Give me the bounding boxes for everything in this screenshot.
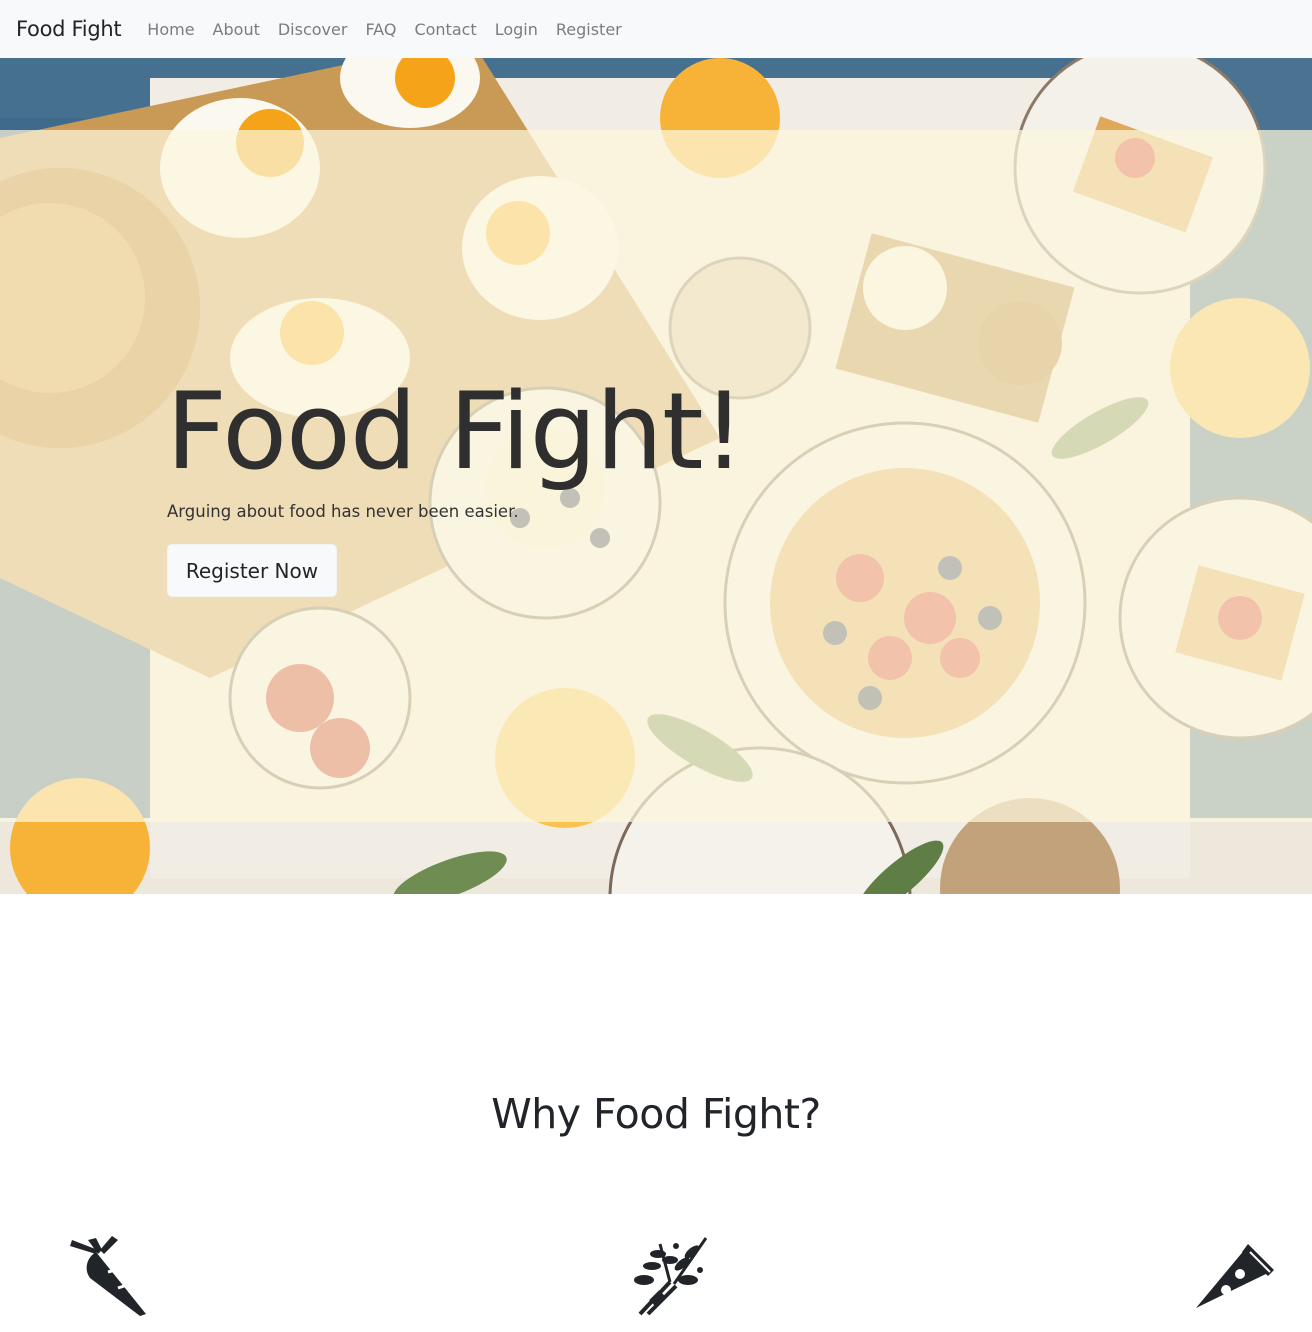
hero-subtitle: Arguing about food has never been easier… [167,502,519,521]
navbar: Food Fight Home About Discover FAQ Conta… [0,0,1312,58]
hero-section: Food Fight! Arguing about food has never… [0,58,1312,894]
hero-title: Food Fight! [166,370,745,493]
nav-link-about[interactable]: About [213,20,260,39]
nav-link-discover[interactable]: Discover [278,20,348,39]
pizza-slice-icon [1196,1244,1274,1308]
nav-link-home[interactable]: Home [147,20,194,39]
section-title: Why Food Fight? [491,1090,821,1138]
nav-link-login[interactable]: Login [495,20,538,39]
nav-link-contact[interactable]: Contact [414,20,476,39]
brand-link[interactable]: Food Fight [16,17,122,41]
herbs-icon [634,1237,708,1316]
nav-link-faq[interactable]: FAQ [365,20,396,39]
carrot-icon [70,1236,146,1316]
nav-link-register[interactable]: Register [556,20,622,39]
register-now-button[interactable]: Register Now [167,544,337,597]
